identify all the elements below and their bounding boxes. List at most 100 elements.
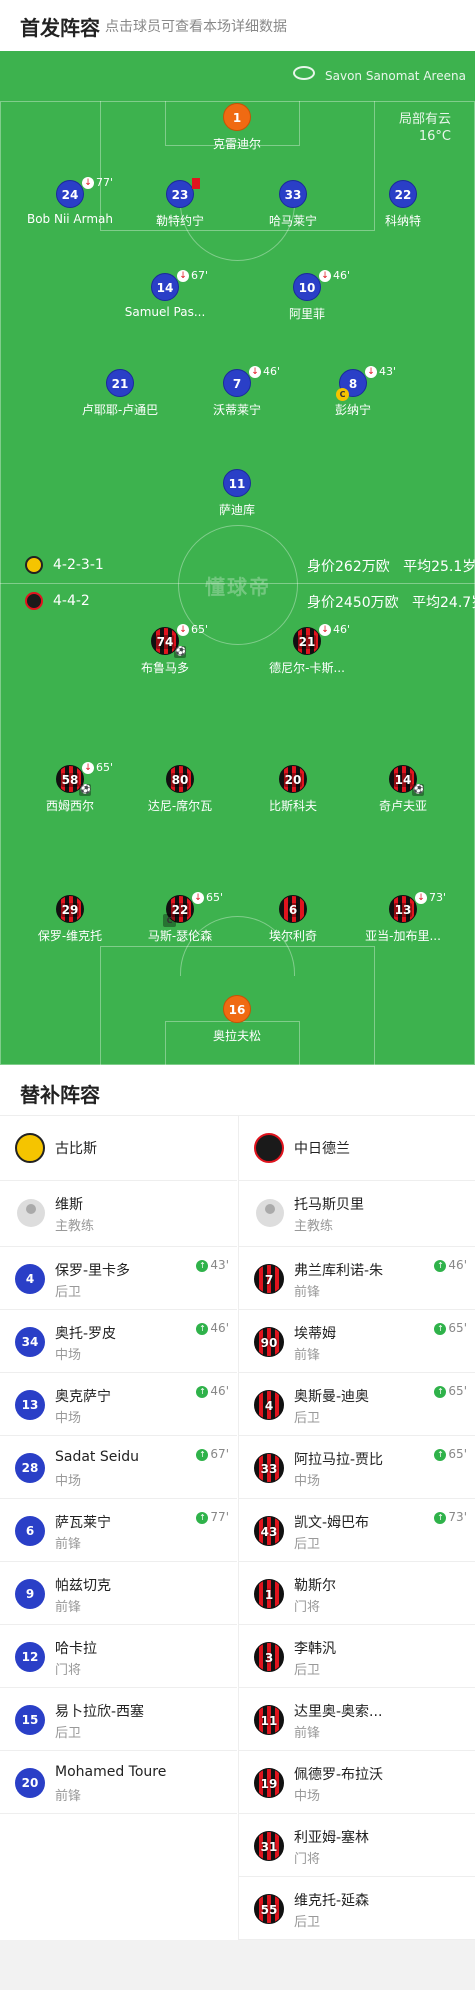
sub-player-row[interactable]: 4 保罗-里卡多 后卫 ↑ 43' — [0, 1247, 237, 1310]
shirt-number-text: 14 — [393, 773, 413, 787]
shirt-number: 58 ⚽ — [56, 765, 91, 796]
sub-player-row[interactable]: 13 奥克萨宁 中场 ↑ 46' — [0, 1373, 237, 1436]
home-player[interactable]: 10 ↓ 46' 阿里菲 — [247, 269, 367, 322]
sub-player-row[interactable]: 4 奥斯曼-迪奥 后卫 ↑ 65' — [239, 1373, 475, 1436]
sub-player-row[interactable]: 20 Mohamed Toure 前锋 — [0, 1751, 237, 1814]
player-name: 比斯科夫 — [268, 799, 317, 813]
sub-player-row[interactable]: 43 凯文-姆巴布 后卫 ↑ 73' — [239, 1499, 475, 1562]
player-name: 弗兰库利诺-朱 — [294, 1263, 384, 1279]
sub-minute: 46' — [448, 1258, 467, 1272]
home-player[interactable]: 21 卢耶耶-卢通巴 — [60, 369, 180, 418]
watermark-logo: 懂球帝 — [205, 575, 271, 599]
home-player[interactable]: 8 C ↓ 43' 彭纳宁 — [293, 365, 413, 418]
sub-minute: 67' — [191, 269, 209, 282]
sub-player-row[interactable]: 31 利亚姆-塞林 门将 — [239, 1814, 475, 1877]
sub-out-icon: ↓ — [177, 270, 189, 282]
away-player[interactable]: 14 ⚽ 奇卢夫亚 — [343, 765, 463, 814]
home-player[interactable]: 11 萨迪库 — [177, 469, 297, 518]
shirt-number: 13 — [15, 1390, 45, 1420]
sub-player-row[interactable]: 15 易卜拉欣-西塞 后卫 — [0, 1688, 237, 1751]
player-name: 哈卡拉 — [55, 1641, 97, 1657]
sub-player-row[interactable]: 19 佩德罗-布拉沃 中场 — [239, 1751, 475, 1814]
away-player[interactable]: 80 达尼-席尔瓦 — [120, 765, 240, 814]
sub-in-indicator: ↑ 46' — [434, 1258, 467, 1272]
sub-out-indicator: ↓ 67' — [177, 269, 208, 282]
sub-minute: 46' — [333, 623, 351, 636]
away-player[interactable]: 20 比斯科夫 — [233, 765, 353, 814]
home-player[interactable]: 33 哈马莱宁 — [233, 180, 353, 229]
shirt-number-text: 6 — [287, 903, 299, 917]
sub-minute: 67' — [210, 1447, 229, 1461]
sub-out-icon: ↓ — [82, 177, 94, 189]
player-name: 萨迪库 — [218, 503, 255, 517]
home-player[interactable]: 1 克雷迪尔 — [177, 103, 297, 152]
player-name: 保罗-里卡多 — [55, 1263, 131, 1279]
sub-in-indicator: ↑ 65' — [434, 1447, 467, 1461]
sub-player-row[interactable]: 33 阿拉马拉-贾比 中场 ↑ 65' — [239, 1436, 475, 1499]
home-player[interactable]: 22 科纳特 — [343, 180, 463, 229]
player-name: 克雷迪尔 — [212, 137, 261, 151]
home-coach-row[interactable]: 维斯 主教练 — [0, 1181, 237, 1247]
player-name: 凯文-姆巴布 — [294, 1515, 370, 1531]
home-sub-list: 4 保罗-里卡多 后卫 ↑ 43' 34 奥托-罗皮 中场 ↑ 46' 13 奥克萨宁 中场 ↑ 46' 28… — [0, 1247, 237, 1814]
away-player[interactable]: 74 ⚽ ↓ 65' 布鲁马多 — [105, 623, 225, 676]
home-player[interactable]: 23 勒特约宁 — [120, 178, 240, 229]
sub-player-row[interactable]: 11 达里奥-奥索... 前锋 — [239, 1688, 475, 1751]
shirt-number: 4 — [15, 1264, 45, 1294]
venue-name: Savon Sanomat Areena — [325, 69, 466, 83]
sub-player-row[interactable]: 3 李韩汎 后卫 — [239, 1625, 475, 1688]
away-player[interactable]: 58 ⚽ ↓ 65' 西姆西尔 — [10, 761, 130, 814]
sub-player-row[interactable]: 55 维克托-延森 后卫 — [239, 1877, 475, 1940]
sub-player-row[interactable]: 90 埃蒂姆 前锋 ↑ 65' — [239, 1310, 475, 1373]
home-team-row[interactable]: 古比斯 — [0, 1116, 237, 1181]
home-player[interactable]: 24 ↓ 77' Bob Nii Armah — [10, 176, 130, 226]
sub-player-row[interactable]: 12 哈卡拉 门将 — [0, 1625, 237, 1688]
away-sub-list: 7 弗兰库利诺-朱 前锋 ↑ 46' 90 埃蒂姆 前锋 ↑ 65' 4 奥斯曼-迪奥 后卫 ↑ 65' 33… — [239, 1247, 475, 1940]
sub-minute: 77' — [210, 1510, 229, 1524]
away-player[interactable]: 13 ↓ 73' 亚当-加布里... — [343, 891, 463, 944]
player-name: 保罗-维克托 — [37, 929, 103, 943]
shirt-number: 10 — [293, 273, 321, 301]
away-player[interactable]: 16 奥拉夫松 — [177, 995, 297, 1044]
goal-ball-icon: ⚽ — [79, 784, 92, 796]
sub-player-row[interactable]: 7 弗兰库利诺-朱 前锋 ↑ 46' — [239, 1247, 475, 1310]
player-name: 达里奥-奥索... — [294, 1704, 383, 1720]
away-player[interactable]: 21 ↓ 46' 德尼尔-卡斯... — [247, 623, 367, 676]
coach-role: 主教练 — [55, 1219, 95, 1234]
shirt-number-text: 16 — [228, 1003, 246, 1017]
sub-minute: 65' — [448, 1447, 467, 1461]
coach-name: 托马斯贝里 — [294, 1197, 364, 1213]
shirt-number-text: 58 — [60, 773, 80, 787]
player-position: 门将 — [294, 1600, 321, 1615]
goal-ball-icon: ⚽ — [174, 646, 187, 658]
away-player[interactable]: 6 埃尔利奇 — [233, 895, 353, 944]
home-player[interactable]: 14 ↓ 67' Samuel Pas... — [105, 269, 225, 319]
away-team-row[interactable]: 中日德兰 — [239, 1116, 475, 1181]
captain-badge: C — [163, 914, 176, 927]
away-coach-row[interactable]: 托马斯贝里 主教练 — [239, 1181, 475, 1247]
sub-player-row[interactable]: 9 帕兹切克 前锋 — [0, 1562, 237, 1625]
player-name: 布鲁马多 — [140, 661, 189, 675]
sub-player-row[interactable]: 34 奥托-罗皮 中场 ↑ 46' — [0, 1310, 237, 1373]
shirt-number: 14 ⚽ — [389, 765, 424, 796]
player-position: 后卫 — [294, 1537, 321, 1552]
sub-out-icon: ↓ — [192, 892, 204, 904]
shirt-number-text: 7 — [232, 377, 242, 391]
shirt-number-text: 8 — [348, 377, 358, 391]
player-name: 阿里菲 — [288, 307, 325, 321]
sub-minute: 65' — [206, 891, 224, 904]
sub-in-icon: ↑ — [434, 1448, 447, 1461]
sub-minute: 43' — [379, 365, 397, 378]
sub-player-row[interactable]: 28 Sadat Seidu 中场 ↑ 67' — [0, 1436, 237, 1499]
coach-avatar-icon — [17, 1199, 45, 1227]
player-name: 彭纳宁 — [334, 403, 371, 417]
sub-player-row[interactable]: 6 萨瓦莱宁 前锋 ↑ 77' — [0, 1499, 237, 1562]
home-player[interactable]: 7 ↓ 46' 沃蒂莱宁 — [177, 365, 297, 418]
player-name: 萨瓦莱宁 — [55, 1515, 111, 1531]
sub-player-row[interactable]: 1 勒斯尔 门将 — [239, 1562, 475, 1625]
player-name: Samuel Pas... — [124, 305, 206, 319]
away-player[interactable]: 22 C ↓ 65' 马斯-瑟伦森 — [120, 891, 240, 944]
away-player[interactable]: 29 保罗-维克托 — [10, 895, 130, 944]
away-team-name: 中日德兰 — [294, 1141, 350, 1157]
player-name: 达尼-席尔瓦 — [147, 799, 213, 813]
